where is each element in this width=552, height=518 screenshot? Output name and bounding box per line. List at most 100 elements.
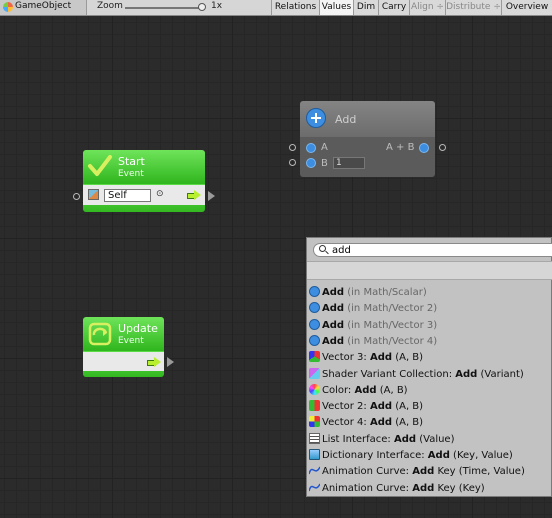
vector2-icon [309,400,320,412]
result-match-text: Add [322,319,345,331]
start-trigger-connector[interactable] [208,191,215,201]
self-target-icon[interactable]: ⊙ [156,189,164,199]
update-node-title: Update [118,322,158,335]
gameobject-icon [3,2,13,12]
graph-toolbar: GameObject Zoom 1x Relations Values Dim … [0,0,552,16]
result-text: (Key, Value) [449,450,513,461]
result-text: (in Math/Vector 2) [344,303,438,315]
dim-button[interactable]: Dim [353,0,378,15]
result-match-text: Add [354,384,377,396]
result-match-text: Add [369,401,393,413]
result-text: Key (Time, Value) [434,466,525,478]
list-icon [309,432,320,444]
breadcrumb-label: GameObject [15,1,72,11]
result-text: Shader Variant Collection: [322,368,456,380]
relations-button[interactable]: Relations [271,0,319,15]
carry-button[interactable]: Carry [378,0,409,15]
search-result-item[interactable]: Add (in Math/Scalar) [309,285,549,301]
search-icon [319,245,326,252]
dictionary-icon [309,449,320,460]
breadcrumb-gameobject[interactable]: GameObject [0,0,87,15]
result-text: (Variant) [477,368,524,380]
search-result-item[interactable]: Vector 2: Add (A, B) [309,399,549,415]
result-match-text: Add [412,482,435,494]
vector4-icon [309,416,320,428]
zoom-slider[interactable] [125,7,205,9]
start-input-connector[interactable] [73,193,80,200]
output-label: A + B [386,142,415,153]
align-dropdown[interactable]: Align ÷ [409,0,445,15]
result-text: (A, B) [392,401,424,413]
result-match-text: Add [369,352,393,364]
output-port[interactable] [419,143,429,153]
add-icon [309,318,320,330]
add-icon [309,286,320,297]
result-text: (A, B) [392,352,424,364]
distribute-dropdown[interactable]: Distribute ÷ [445,0,501,15]
result-text: Animation Curve: [322,466,413,478]
result-text: Dictionary Interface: [322,450,428,461]
add-output-connector[interactable] [439,144,446,151]
add-input-a-connector[interactable] [289,144,296,151]
result-text: Vector 4: [322,417,370,429]
start-node-subtitle: Event [118,169,144,179]
color-icon [309,383,320,395]
shader-variant-icon [309,367,320,379]
search-result-item[interactable]: Add (in Math/Vector 4) [309,334,549,350]
search-result-item[interactable]: Animation Curve: Add Key (Time, Value) [308,464,549,480]
finder-header-bar [307,261,552,280]
input-a-port[interactable] [306,143,316,153]
gameobject-cube-icon [88,189,99,200]
result-text: Vector 3: [322,352,370,364]
zoom-label: Zoom [97,1,123,11]
search-result-item[interactable]: List Interface: Add (Value) [309,432,549,448]
start-event-node[interactable]: Start Event Self ⊙ [83,150,205,212]
result-text: (in Math/Vector 3) [344,319,438,331]
result-match-text: Add [455,368,478,380]
search-result-item[interactable]: Animation Curve: Add Key (Key) [308,481,549,497]
zoom-slider-thumb[interactable] [198,3,206,11]
add-icon [309,334,320,346]
result-text: Animation Curve: [322,482,413,494]
overview-button[interactable]: Overview [501,0,552,15]
search-result-item[interactable]: Color: Add (A, B) [309,383,549,399]
result-text: Key (Key) [434,482,485,494]
result-text: (A, B) [392,417,424,429]
search-result-item[interactable]: Vector 3: Add (A, B) [309,350,549,366]
result-text: Color: [322,384,355,396]
checkmark-icon [88,155,112,176]
search-field[interactable] [313,243,552,257]
add-input-b-connector[interactable] [289,159,296,166]
search-result-item[interactable]: Dictionary Interface: Add (Key, Value) [309,448,549,464]
add-node-title: Add [335,113,357,126]
result-text: (in Math/Vector 4) [344,335,438,347]
animation-curve-icon [308,465,321,476]
update-event-node[interactable]: Update Event [83,317,164,377]
search-result-item[interactable]: Add (in Math/Vector 2) [309,301,549,317]
values-button[interactable]: Values [319,0,353,15]
vector3-icon [309,351,320,363]
result-match-text: Add [393,433,417,445]
zoom-value: 1x [211,1,223,11]
result-match-text: Add [322,287,345,298]
result-text: (Value) [416,433,455,445]
search-result-item[interactable]: Shader Variant Collection: Add (Variant) [309,367,549,383]
search-result-item[interactable]: Add (in Math/Vector 3) [309,318,549,334]
input-b-label: B [321,158,328,169]
input-b-port[interactable] [306,158,316,168]
self-field[interactable]: Self [104,189,151,202]
result-text: (in Math/Scalar) [344,287,427,298]
result-match-text: Add [369,417,393,429]
trigger-output-arrow-icon[interactable] [187,190,201,200]
result-text: List Interface: [322,433,394,445]
update-trigger-connector[interactable] [167,357,174,367]
result-text: Vector 2: [322,401,370,413]
input-b-value-field[interactable]: 1 [333,157,365,169]
result-match-text: Add [322,335,345,347]
result-match-text: Add [427,450,450,461]
search-input[interactable] [332,244,532,256]
start-node-title: Start [118,155,145,168]
search-result-item[interactable]: Vector 4: Add (A, B) [309,415,549,431]
add-node[interactable]: Add A A + B B 1 [300,101,435,177]
trigger-output-arrow-icon[interactable] [147,357,161,367]
